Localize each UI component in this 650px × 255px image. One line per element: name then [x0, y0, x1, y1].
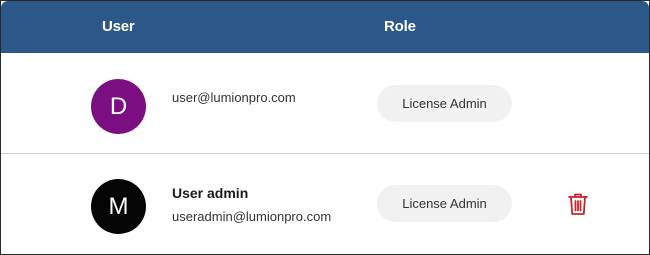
column-header-user: User — [102, 18, 135, 35]
role-badge[interactable]: License Admin — [377, 185, 512, 222]
column-header-role: Role — [384, 18, 416, 35]
trash-icon — [568, 193, 588, 215]
user-email: user@lumionpro.com — [172, 90, 296, 105]
user-email: useradmin@lumionpro.com — [172, 209, 332, 224]
table-row: D user@lumionpro.com License Admin — [1, 53, 649, 153]
table-row: M User admin useradmin@lumionpro.com Lic… — [1, 154, 649, 254]
user-name: User admin — [172, 185, 249, 201]
role-badge[interactable]: License Admin — [377, 85, 512, 122]
avatar: M — [91, 179, 146, 234]
delete-user-button[interactable] — [567, 192, 589, 216]
avatar: D — [91, 79, 146, 134]
table-header: User Role — [1, 1, 649, 53]
users-table: User Role D user@lumionpro.com License A… — [0, 0, 650, 255]
